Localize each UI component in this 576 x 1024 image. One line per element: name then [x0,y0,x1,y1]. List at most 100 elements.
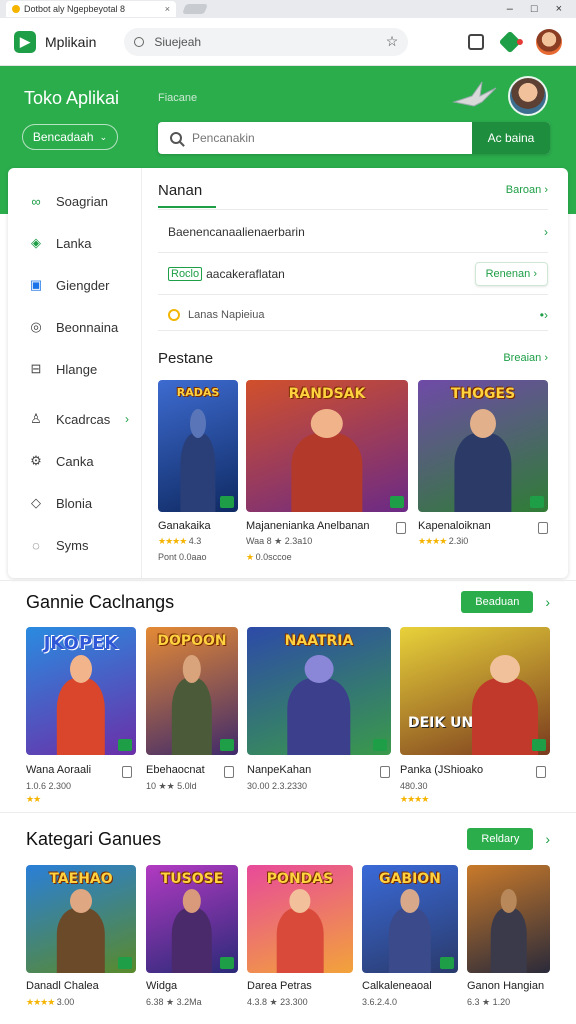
search-input[interactable] [192,131,472,145]
game-title[interactable]: Calkaleneaoal [362,980,432,992]
game-thumbnail[interactable]: NAATRIA [247,627,391,755]
see-all-link[interactable]: Baroan › [506,184,548,196]
sidebar-item-soagrian[interactable]: ∞ Soagrian [8,180,141,222]
see-all-link[interactable]: Breaian › [503,352,548,364]
game-title[interactable]: Darea Petras [247,980,312,992]
sidebar-item-blonia[interactable]: ◇ Blonia [8,482,141,524]
tab-nanan[interactable]: Nanan [158,182,202,199]
star-rating-icon: ★ [246,552,254,562]
page-subtitle: Fiacane [158,92,198,104]
gear-icon: ⚙ [30,453,42,468]
sidebar-item-syms[interactable]: ◌ Syms [8,524,141,566]
profile-avatar[interactable] [536,28,562,55]
url-text: Siuejeah [154,34,202,49]
action-button[interactable]: Renenan › [474,262,548,286]
browser-tab[interactable]: Dotbot aly Ngepbeyotal 8 × [6,1,176,17]
app-bar: ▶ Mplikain Siuejeah ☆ [0,18,576,66]
list-row[interactable]: Roclo aacakeraflatan Renenan › [168,262,548,286]
divider [158,209,548,210]
game-rating: 6.38 ★ 3.2Ma [146,997,202,1007]
sidebar-item-canka[interactable]: ⚙ Canka [8,440,141,482]
game-title[interactable]: Danadl Chalea [26,980,99,992]
sidebar-item-beonnaina[interactable]: ◎ Beonnaina [8,306,141,348]
divider [158,330,548,331]
game-thumbnail[interactable]: PONDAS [247,865,353,973]
game-title[interactable]: Panka (JShioako [400,764,483,776]
star-rating-icon: ★★★★ [26,997,55,1007]
gamepad-icon: ∞ [31,193,41,209]
extension-icon[interactable] [468,33,484,50]
chevron-right-icon[interactable]: › [545,831,550,847]
game-title[interactable]: Ganon Hangian [467,980,544,992]
game-thumbnail[interactable]: DEIK UNICH [400,627,550,755]
bird-icon [452,81,497,107]
main-card: ∞ Soagrian ◈ Lanka ▣ Giengder ◎ Beonnain… [8,168,568,578]
game-title[interactable]: Ebehaocnat [146,764,205,776]
game-title[interactable]: Widga [146,980,177,992]
star-rating-icon: ★★★★ [400,794,429,804]
list-row[interactable]: Baenencanaalienaerbarin › [168,222,548,242]
chevron-right-icon: •› [539,308,548,322]
bookmark-icon[interactable] [396,522,406,534]
bookmark-icon[interactable] [536,766,546,778]
search-box: Ac baina [158,122,550,154]
game-thumbnail[interactable] [467,865,550,973]
platform-badge-icon [118,957,132,969]
list-row[interactable]: Lanas Napieiua •› [168,305,548,325]
star-rating-icon: ★★★★ [418,536,447,546]
game-thumbnail[interactable]: DOPOON [146,627,238,755]
tab-close-icon[interactable]: × [165,4,170,14]
game-title[interactable]: Wana Aoraali [26,764,91,776]
game-title[interactable]: Kapenaloiknan [418,520,491,532]
bookmark-icon[interactable] [538,522,548,534]
sidebar-item-giengder[interactable]: ▣ Giengder [8,264,141,306]
search-button[interactable]: Ac baina [472,122,550,154]
minimize-button[interactable]: – [507,3,513,15]
game-art-title: TAEHAO [49,871,113,887]
section-header-categories: Kategari Ganues Reldary › [26,827,550,851]
game-thumbnail[interactable]: RADAS [158,380,238,512]
game-rating: 1.0.6 2.300 [26,781,72,791]
game-title[interactable]: NanpeKahan [247,764,311,776]
more-button[interactable]: Beaduan [461,591,534,613]
brand-name: Mplikain [45,33,97,50]
game-title[interactable]: Majanenianka Anelbanan [246,520,370,532]
app-logo-icon[interactable]: ▶ [14,30,36,53]
game-thumbnail[interactable]: TUSOSE [146,865,238,973]
game-thumbnail[interactable]: RANDSAK [246,380,408,512]
bookmark-icon[interactable] [122,766,132,778]
box-icon: ⊟ [30,361,42,376]
bookmark-icon[interactable] [224,766,234,778]
bookmark-star-icon[interactable]: ☆ [386,33,399,50]
search-icon [170,132,182,144]
bookmark-icon[interactable] [380,766,390,778]
game-rating: 3.6.2.4.0 [362,997,398,1007]
new-tab-button[interactable] [182,4,208,14]
tag-outline-icon: ◇ [31,495,41,510]
row-text: aacakeraflatan [206,267,285,281]
url-bar[interactable]: Siuejeah ☆ [124,27,409,56]
chevron-right-icon: › [125,412,129,426]
game-art-title: THOGES [450,386,516,402]
game-title[interactable]: Ganakaika [158,520,211,532]
maximize-button[interactable]: □ [531,3,538,15]
browser-tabbar: Dotbot aly Ngepbeyotal 8 × – □ × [0,0,576,18]
more-button[interactable]: Reldary [467,828,534,850]
game-thumbnail[interactable]: GABION [362,865,458,973]
active-tab-indicator [158,206,216,208]
user-avatar[interactable] [508,76,548,116]
chevron-right-icon[interactable]: › [545,594,550,610]
sidebar-item-kcadrcas[interactable]: ♙ Kcadrcas › [8,398,141,440]
game-thumbnail[interactable]: JKOPEK [26,627,136,755]
sidebar-item-label: Beonnaina [56,319,119,335]
game-thumbnail[interactable]: THOGES [418,380,548,512]
section-title: Kategari Ganues [26,828,162,849]
category-select[interactable]: Bencadaah ⌄ [22,124,118,150]
sidebar-item-hlange[interactable]: ⊟ Hlange [8,348,141,390]
chevron-down-icon: ⌄ [99,131,108,142]
chevron-right-icon: › [544,225,548,239]
notification-icon[interactable] [498,30,522,53]
close-window-button[interactable]: × [556,3,562,15]
game-thumbnail[interactable]: TAEHAO [26,865,136,973]
sidebar-item-lanka[interactable]: ◈ Lanka [8,222,141,264]
